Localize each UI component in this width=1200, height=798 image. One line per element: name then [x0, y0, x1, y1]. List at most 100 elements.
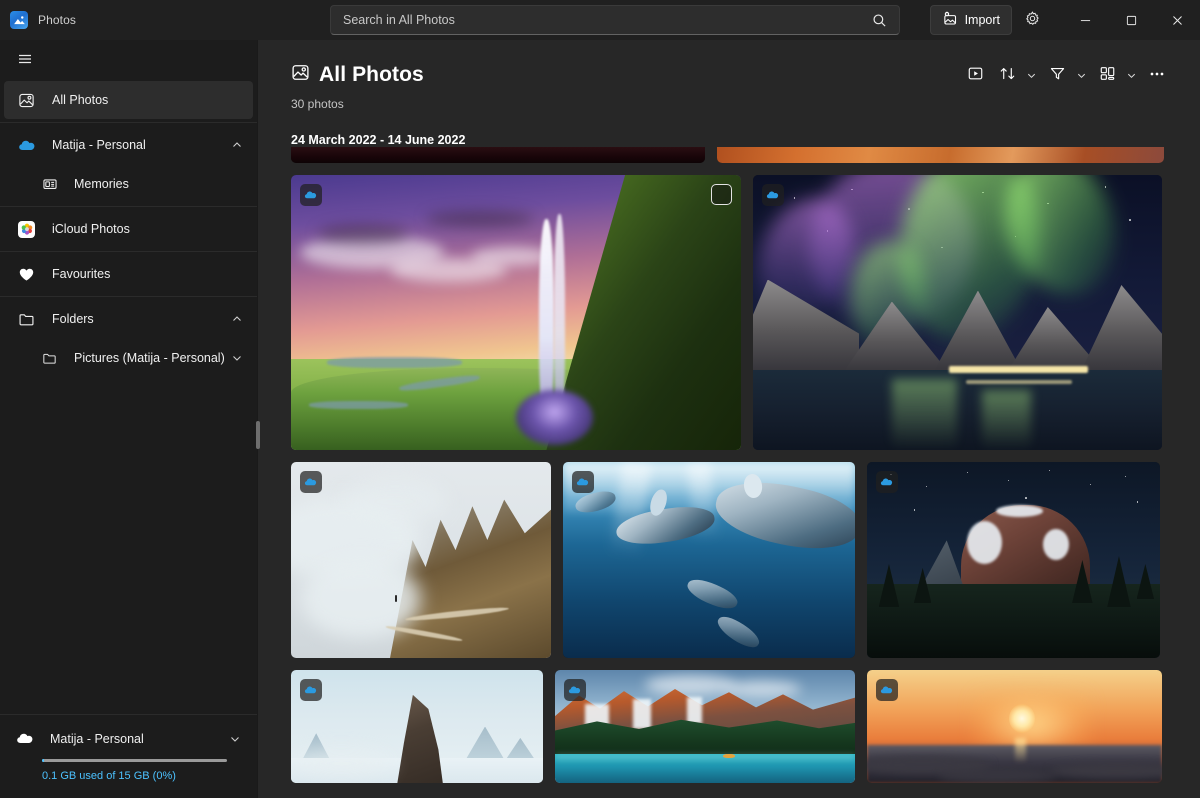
import-button[interactable]: Import: [929, 5, 1012, 35]
more-options-button[interactable]: [1142, 60, 1172, 90]
view-layout-dropdown-chevron[interactable]: [1122, 60, 1140, 90]
photo-tile[interactable]: [291, 147, 705, 163]
filter-button[interactable]: [1042, 60, 1072, 90]
search-input[interactable]: [343, 13, 865, 27]
sidebar-divider: [0, 251, 257, 252]
main-content: All Photos 30 photos 24 March 2022 - 14 …: [258, 40, 1200, 798]
photo-tile[interactable]: [563, 462, 855, 658]
slideshow-button[interactable]: [960, 60, 990, 90]
sidebar-divider: [0, 206, 257, 207]
sidebar-item-label: Memories: [74, 177, 129, 191]
photo-thumbnail: [753, 175, 1162, 450]
photo-row: [291, 670, 1172, 783]
heart-icon: [18, 266, 40, 283]
icloud-photos-icon: [18, 220, 40, 238]
sidebar-nav: All Photos Matija - Personal Memories iC…: [0, 78, 257, 714]
photo-tile[interactable]: [753, 175, 1162, 450]
photo-tile[interactable]: [291, 462, 551, 658]
sidebar-item-label: Pictures (Matija - Personal): [74, 351, 225, 365]
import-photo-icon: [942, 11, 958, 30]
sidebar-item-favourites[interactable]: Favourites: [4, 255, 253, 293]
import-button-label: Import: [964, 13, 1000, 27]
sidebar-item-memories[interactable]: Memories: [4, 165, 253, 203]
storage-footer: Matija - Personal 0.1 GB used of 15 GB (…: [0, 714, 257, 798]
onedrive-cloud-icon: [300, 184, 322, 206]
sidebar-item-label: Favourites: [52, 267, 111, 281]
filter-icon: [1049, 65, 1066, 85]
title-bar: Photos Search in All Photos Import: [0, 0, 1200, 40]
photo-tile[interactable]: [867, 670, 1162, 783]
account-row[interactable]: Matija - Personal: [16, 729, 241, 748]
filter-group: [1042, 60, 1090, 90]
sidebar-resize-handle[interactable]: [255, 418, 260, 452]
sidebar-item-folders[interactable]: Folders: [4, 300, 253, 338]
view-layout-button[interactable]: [1092, 60, 1122, 90]
gear-icon: [1024, 10, 1041, 30]
photo-tile[interactable]: [867, 462, 1160, 658]
sort-button[interactable]: [992, 60, 1022, 90]
sort-dropdown-chevron[interactable]: [1022, 60, 1040, 90]
onedrive-cloud-icon: [876, 471, 898, 493]
photo-row: [291, 175, 1172, 450]
folder-icon: [18, 311, 40, 328]
hamburger-icon[interactable]: [8, 44, 42, 74]
sidebar-divider: [0, 122, 257, 123]
photo-thumbnail: [867, 462, 1160, 658]
minimize-button[interactable]: [1062, 0, 1108, 40]
sort-group: [992, 60, 1040, 90]
page-title: All Photos: [319, 63, 424, 86]
sidebar-item-label: Folders: [52, 312, 94, 326]
photo-tile[interactable]: [717, 147, 1164, 163]
sidebar-divider: [0, 296, 257, 297]
photo-thumbnail: [563, 462, 855, 658]
chevron-up-icon[interactable]: [231, 139, 243, 151]
filter-dropdown-chevron[interactable]: [1072, 60, 1090, 90]
chevron-up-icon[interactable]: [231, 313, 243, 325]
onedrive-cloud-icon: [300, 471, 322, 493]
photo-grid[interactable]: [258, 147, 1200, 798]
onedrive-cloud-icon: [18, 136, 40, 155]
view-layout-group: [1092, 60, 1140, 90]
chevron-down-icon[interactable]: [229, 733, 241, 745]
chevron-down-icon[interactable]: [231, 352, 243, 364]
photo-thumbnail: [291, 175, 741, 450]
search-area: [330, 5, 900, 35]
photo-thumbnail: [717, 147, 1164, 163]
search-box[interactable]: [330, 5, 900, 35]
folder-icon: [42, 351, 64, 366]
grid-layout-icon: [1099, 65, 1116, 85]
settings-button[interactable]: [1016, 5, 1048, 35]
photo-row-partial: [291, 147, 1172, 163]
maximize-button[interactable]: [1108, 0, 1154, 40]
sidebar-item-label: Matija - Personal: [52, 138, 146, 152]
photo-tile[interactable]: [291, 670, 543, 783]
sidebar-top: [0, 40, 257, 78]
photo-tile[interactable]: [291, 175, 741, 450]
sidebar: All Photos Matija - Personal Memories iC…: [0, 40, 260, 798]
photo-library-icon: [291, 63, 310, 87]
photo-thumbnail: [291, 670, 543, 783]
photo-thumbnail: [291, 462, 551, 658]
photo-count: 30 photos: [291, 97, 344, 111]
photo-tile[interactable]: [555, 670, 855, 783]
sidebar-item-all-photos[interactable]: All Photos: [4, 81, 253, 119]
sidebar-item-matija-personal[interactable]: Matija - Personal: [4, 126, 253, 164]
onedrive-cloud-icon: [876, 679, 898, 701]
account-name: Matija - Personal: [50, 731, 144, 746]
photo-library-icon: [18, 92, 40, 109]
search-icon[interactable]: [865, 7, 893, 33]
sidebar-item-icloud-photos[interactable]: iCloud Photos: [4, 210, 253, 248]
sidebar-item-pictures-folder[interactable]: Pictures (Matija - Personal): [4, 339, 253, 377]
photo-thumbnail: [291, 147, 705, 163]
close-button[interactable]: [1154, 0, 1200, 40]
memories-icon: [42, 176, 64, 192]
main-header: All Photos 30 photos 24 March 2022 - 14 …: [258, 40, 1200, 147]
onedrive-cloud-icon: [16, 729, 38, 748]
ellipsis-icon: [1148, 65, 1166, 86]
sidebar-item-label: All Photos: [52, 93, 109, 107]
app-body: All Photos Matija - Personal Memories iC…: [0, 40, 1200, 798]
page-title-group: All Photos: [291, 63, 424, 87]
header-toolbar: [960, 60, 1172, 90]
onedrive-cloud-icon: [300, 679, 322, 701]
photo-select-checkbox[interactable]: [711, 184, 732, 205]
